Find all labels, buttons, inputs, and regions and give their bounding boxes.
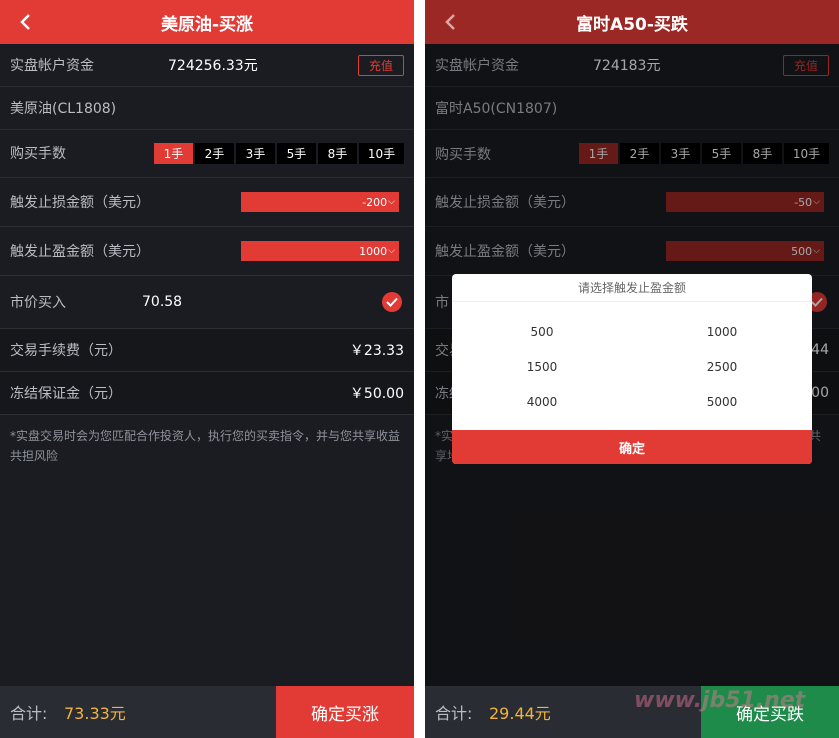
- lot-option[interactable]: 3手: [236, 143, 275, 164]
- take-profit-option[interactable]: 1500: [452, 355, 632, 379]
- right-phone-screen: 富时A50-买跌 实盘帐户资金 724183元 充值 富时A50(CN1807)…: [425, 0, 839, 738]
- stop-loss-value: -200: [362, 195, 388, 209]
- recharge-button[interactable]: 充值: [358, 55, 404, 76]
- account-row: 实盘帐户资金 724256.33元 充值: [0, 44, 414, 87]
- stop-loss-select[interactable]: -200 ⌵: [241, 192, 399, 212]
- margin-value: ￥50.00: [349, 386, 404, 402]
- lot-option[interactable]: 10手: [359, 143, 404, 164]
- market-price: 70.58: [142, 294, 183, 310]
- market-buy-row[interactable]: 市价买入 70.58: [0, 276, 414, 329]
- lot-option[interactable]: 2手: [195, 143, 234, 164]
- back-chevron-icon[interactable]: [439, 10, 461, 34]
- modal-confirm-button[interactable]: 确定: [452, 430, 812, 464]
- total-label: 合计:: [435, 704, 473, 723]
- account-balance: 724256.33元: [168, 58, 258, 74]
- checkmark-icon[interactable]: [382, 292, 402, 312]
- total-value: 29.44元: [489, 704, 551, 723]
- fee-row: 交易手续费（元） ￥23.33: [0, 329, 414, 372]
- chevron-down-icon: ⌵: [388, 246, 395, 256]
- page-title: 美原油-买涨: [160, 14, 254, 35]
- footer-bar: 合计: 73.33元 确定买涨: [0, 686, 414, 738]
- take-profit-option[interactable]: 500: [452, 320, 632, 344]
- stop-loss-row: 触发止损金额（美元） -200 ⌵: [0, 178, 414, 227]
- take-profit-label: 触发止盈金额（美元）: [10, 244, 150, 260]
- chevron-down-icon: ⌵: [388, 197, 395, 207]
- take-profit-select[interactable]: 1000 ⌵: [241, 241, 399, 261]
- page-title: 富时A50-买跌: [576, 14, 688, 35]
- lots-selector: 1手 2手 3手 5手 8手 10手: [154, 143, 404, 164]
- stop-loss-label: 触发止损金额（美元）: [10, 195, 150, 211]
- modal-title: 请选择触发止盈金额: [452, 274, 812, 302]
- take-profit-value: 1000: [359, 244, 388, 258]
- watermark: www.jb51.net: [634, 688, 806, 713]
- risk-note: *实盘交易时会为您匹配合作投资人，执行您的买卖指令，并与您共享收益共担风险: [10, 429, 401, 463]
- lots-row: 购买手数 1手 2手 3手 5手 8手 10手: [0, 130, 414, 178]
- product-name: 美原油(CL1808): [10, 101, 117, 117]
- product-row: 美原油(CL1808): [0, 87, 414, 130]
- take-profit-picker-modal: 请选择触发止盈金额 500 1000 1500 2500 4000 5000 确…: [452, 274, 812, 464]
- header: 美原油-买涨: [0, 0, 414, 44]
- margin-row: 冻结保证金（元） ￥50.00: [0, 372, 414, 415]
- take-profit-option[interactable]: 1000: [632, 320, 812, 344]
- account-label: 实盘帐户资金: [10, 58, 94, 74]
- take-profit-row: 触发止盈金额（美元） 1000 ⌵: [0, 227, 414, 276]
- confirm-buy-up-button[interactable]: 确定买涨: [276, 686, 414, 738]
- market-buy-label: 市价买入: [10, 295, 66, 311]
- take-profit-option[interactable]: 2500: [632, 355, 812, 379]
- lot-option[interactable]: 1手: [154, 143, 193, 164]
- left-phone-screen: 美原油-买涨 实盘帐户资金 724256.33元 充值 美原油(CL1808) …: [0, 0, 414, 738]
- take-profit-option[interactable]: 4000: [452, 390, 632, 414]
- lot-option[interactable]: 5手: [277, 143, 316, 164]
- total-value: 73.33元: [64, 704, 126, 723]
- back-chevron-icon[interactable]: [14, 10, 36, 34]
- fee-value: ￥23.33: [349, 343, 404, 359]
- margin-label: 冻结保证金（元）: [10, 386, 122, 402]
- total-label: 合计:: [10, 704, 48, 723]
- fee-label: 交易手续费（元）: [10, 343, 122, 359]
- lot-option[interactable]: 8手: [318, 143, 357, 164]
- header: 富时A50-买跌: [425, 0, 839, 44]
- take-profit-option[interactable]: 5000: [632, 390, 812, 414]
- lots-label: 购买手数: [10, 146, 66, 162]
